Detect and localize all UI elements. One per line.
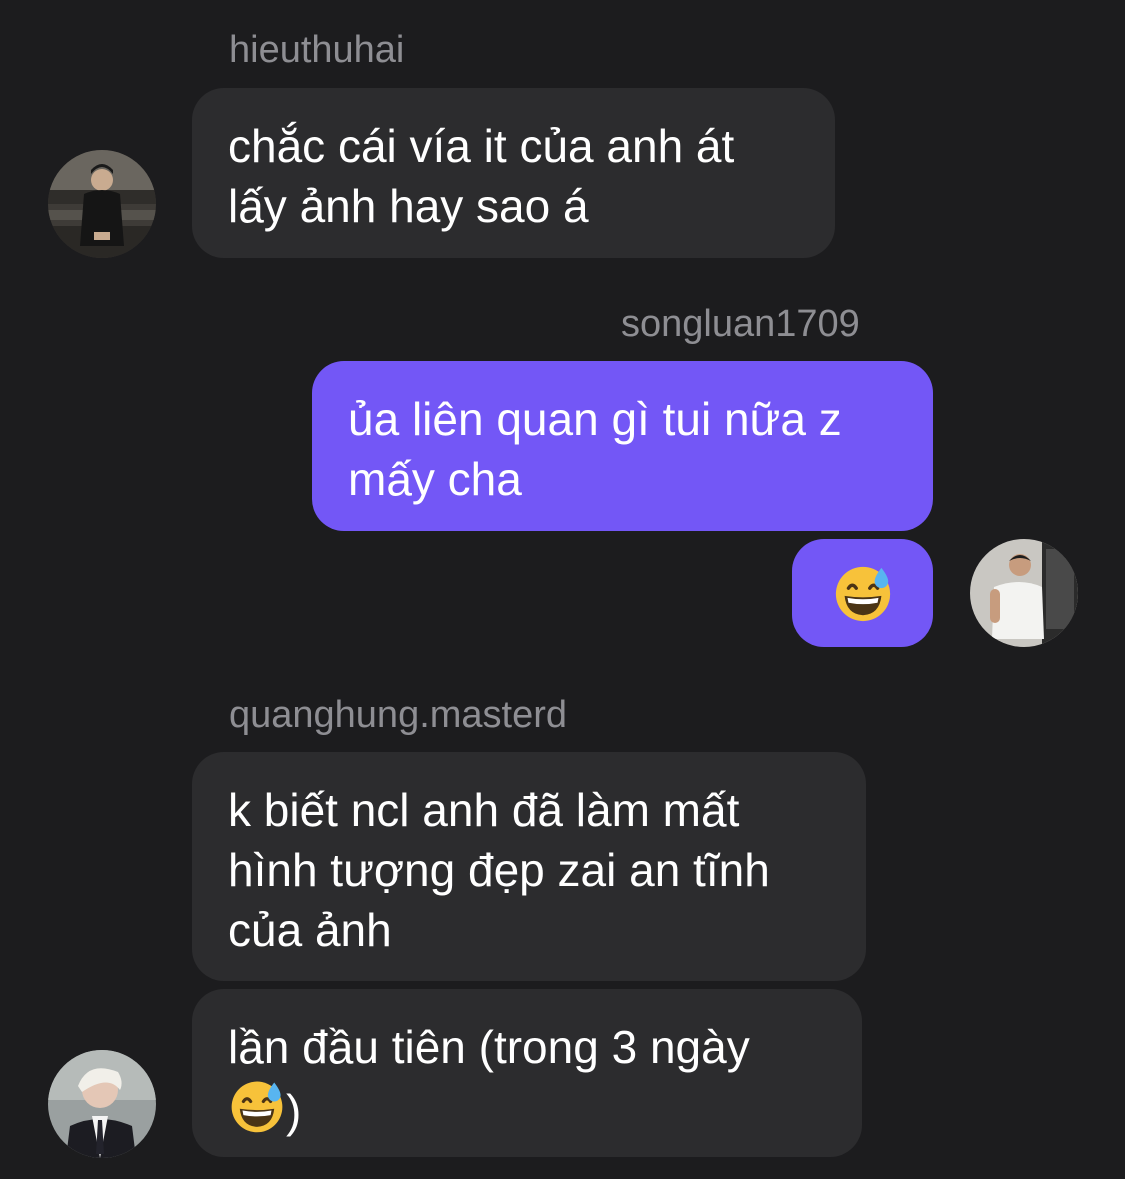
message-line: k biết ncl anh đã làm mất <box>228 784 740 836</box>
message-line: của ảnh <box>228 904 392 956</box>
grinning-face-with-sweat-icon <box>835 566 890 622</box>
avatar-hieuthuhai[interactable] <box>48 150 156 258</box>
message-line: lấy ảnh hay sao á <box>228 180 589 232</box>
message-line: mấy cha <box>348 453 522 505</box>
sender-name: hieuthuhai <box>229 29 405 71</box>
message-line: chắc cái vía it của anh át <box>228 120 735 172</box>
sender-name: quanghung.masterd <box>229 694 568 736</box>
avatar-photo-icon <box>48 1050 156 1158</box>
message-line: ủa liên quan gì tui nữa z <box>348 393 842 445</box>
avatar-photo-icon <box>48 150 156 258</box>
sender-name: songluan1709 <box>621 303 860 345</box>
message-bubble[interactable]: chắc cái vía it của anh át lấy ảnh hay s… <box>192 88 835 258</box>
message-bubble[interactable]: lần đầu tiên (trong 3 ngày ) <box>192 989 862 1157</box>
emoji-bubble[interactable] <box>792 539 933 647</box>
message-line: hình tượng đẹp zai an tĩnh <box>228 844 770 896</box>
message-bubble[interactable]: ủa liên quan gì tui nữa z mấy cha <box>312 361 933 531</box>
message-bubble[interactable]: k biết ncl anh đã làm mất hình tượng đẹp… <box>192 752 866 981</box>
message-line: ) <box>228 1077 826 1141</box>
avatar-songluan1709[interactable] <box>970 539 1078 647</box>
avatar-quanghung-masterd[interactable] <box>48 1050 156 1158</box>
message-text: ) <box>286 1085 302 1137</box>
avatar-photo-icon <box>970 539 1078 647</box>
message-line: lần đầu tiên (trong 3 ngày <box>228 1021 750 1073</box>
grinning-face-with-sweat-icon <box>231 1081 283 1133</box>
